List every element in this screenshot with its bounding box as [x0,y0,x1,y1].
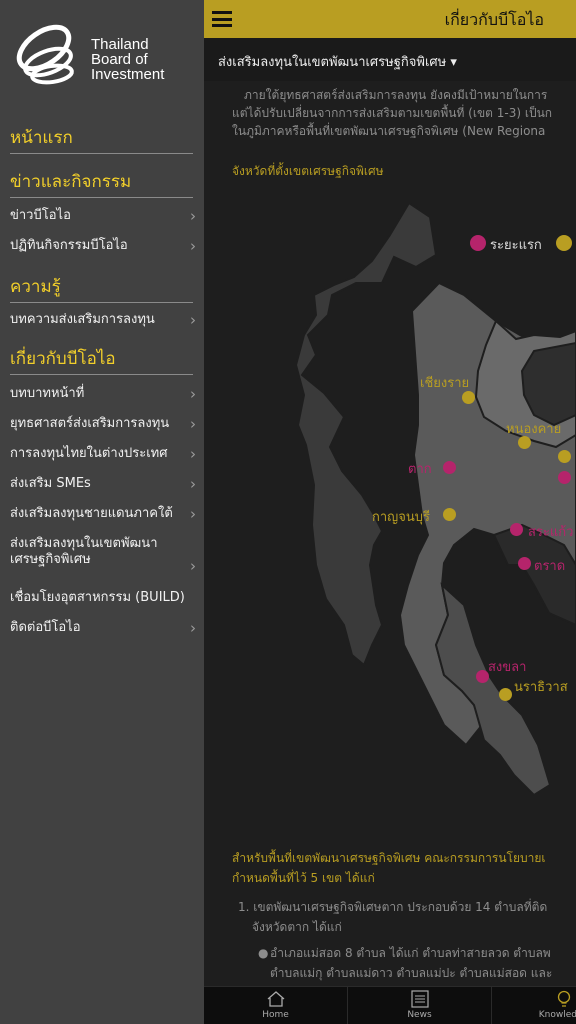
logo-line1: Thailand [91,36,149,53]
body-line5: อำเภอแม่สอด 8 ตำบล ได้แก่ ตำบลท่าสายลวด … [270,946,551,960]
drawer-section-news: ข่าวและกิจกรรม [10,171,193,198]
home-icon [267,991,285,1007]
tab-knowledge[interactable]: Knowledge [492,987,576,1024]
drawer-item-label: การลงทุนไทยในต่างประเทศ [10,446,168,461]
drawer-item-label: ส่งเสริมลงทุนชายแดนภาคใต้ [10,506,173,521]
drawer-home[interactable]: หน้าแรก [10,127,193,154]
pin-chiangrai[interactable] [462,391,475,404]
pin-tak[interactable] [443,461,456,474]
drawer-item-label: ติดต่อบีโอไอ [10,620,81,635]
logo-line2: Board of [91,51,148,68]
news-icon [411,990,429,1008]
drawer-item-southern-border[interactable]: ส่งเสริมลงทุนชายแดนภาคใต้ › [10,506,196,522]
drawer-item-label: บทความส่งเสริมการลงทุน [10,312,155,327]
tab-news-label: News [407,1010,432,1020]
pin-label-chiangrai: เชียงราย [420,376,470,391]
chevron-right-icon: › [190,475,196,493]
tab-home[interactable]: Home [204,987,348,1024]
pin-label-nongkhai: หนองคาย [506,422,562,437]
pin-narathiwat[interactable] [499,688,512,701]
body-line3: 1. เขตพัฒนาเศรษฐกิจพิเศษตาก ประกอบด้วย 1… [238,900,548,914]
pin-songkhla[interactable] [476,670,489,683]
legend-phase1-label: ระยะแรก [490,238,542,253]
bottom-tab-bar: Home News Knowledge [204,986,576,1024]
drawer-item-contact[interactable]: ติดต่อบีโอไอ › [10,620,196,636]
logo-line3: Investment [91,66,165,83]
drawer-item-sez[interactable]: ส่งเสริมลงทุนในเขตพัฒนา เศรษฐกิจพิเศษ › [10,536,196,576]
intro-paragraph: ภายใต้ยุทธศาสตร์ส่งเสริมการลงทุน ยังคงมี… [232,86,576,140]
hamburger-menu-icon[interactable] [212,11,232,27]
drawer-item-label: ส่งเสริมลงทุนในเขตพัฒนา [10,536,158,551]
chevron-right-icon: › [190,207,196,225]
navigation-drawer: Thailand Board of Investment หน้าแรก ข่า… [0,0,204,1024]
drawer-item-calendar[interactable]: ปฏิทินกิจกรรมบีโอไอ › [10,238,196,254]
pin-label-tak: ตาก [408,462,432,477]
pin-trat[interactable] [518,557,531,570]
drawer-item-strategy[interactable]: ยุทธศาสตร์ส่งเสริมการลงทุน › [10,416,196,432]
app-header: เกี่ยวกับบีโอไอ [204,0,576,38]
drawer-item-label: บทบาทหน้าที่ [10,386,85,401]
chevron-right-icon: › [190,415,196,433]
drawer-item-boi-news[interactable]: ข่าวบีโอไอ › [10,208,196,224]
main-content: เกี่ยวกับบีโอไอ ส่งเสริมลงทุนในเขตพัฒนาเ… [204,0,576,1024]
body-line6: ตำบลแม่กุ ตำบลแม่ดาว ตำบลแม่ปะ ตำบลแม่สอ… [270,966,553,980]
tab-home-label: Home [262,1010,289,1020]
drawer-section-knowledge: ความรู้ [10,276,193,303]
drawer-item-label: ปฏิทินกิจกรรมบีโอไอ [10,238,128,253]
body-line4: จังหวัดตาก ได้แก่ [252,920,342,934]
pin-kanchanaburi[interactable] [443,508,456,521]
chevron-right-icon: › [190,505,196,523]
chevron-right-icon: › [190,237,196,255]
tab-knowledge-label: Knowledge [538,1010,576,1020]
pin-label-trat: ตราด [534,559,566,574]
drawer-item-roles[interactable]: บทบาทหน้าที่ › [10,386,196,402]
pin-label-sakaeo: สระแก้ว [528,525,574,540]
body-bullet-icon: ● [258,946,269,960]
body-line1: สำหรับพื้นที่เขตพัฒนาเศรษฐกิจพิเศษ คณะกร… [232,851,546,865]
drawer-item-overseas-investment[interactable]: การลงทุนไทยในต่างประเทศ › [10,446,196,462]
chevron-right-icon: › [190,311,196,329]
pin-east-1[interactable] [558,450,571,463]
chevron-right-icon: › [190,557,196,575]
pin-label-songkhla: สงขลา [488,660,527,675]
chevron-right-icon: › [190,619,196,637]
intro-line1: ภายใต้ยุทธศาสตร์ส่งเสริมการลงทุน ยังคงมี… [244,88,548,102]
chevron-right-icon: › [190,385,196,403]
section-dropdown-bar[interactable]: ส่งเสริมลงทุนในเขตพัฒนาเศรษฐกิจพิเศษ ▾ [204,38,576,81]
chevron-right-icon: › [190,445,196,463]
pin-east-2[interactable] [558,471,571,484]
drawer-section-about: เกี่ยวกับบีโอไอ [10,348,193,375]
pin-label-narathiwat: นราธิวาส [514,680,568,695]
pin-sakaeo[interactable] [510,523,523,536]
legend-phase1-dot [470,235,486,251]
boi-logo: Thailand Board of Investment [8,22,198,94]
drawer-item-label: เชื่อมโยงอุตสาหกรรม (BUILD) [10,590,185,605]
thailand-map [294,201,576,797]
section-dropdown[interactable]: ส่งเสริมลงทุนในเขตพัฒนาเศรษฐกิจพิเศษ ▾ [218,51,457,72]
drawer-item-smes[interactable]: ส่งเสริม SMEs › [10,476,196,492]
pin-label-kanchanaburi: กาญจนบุรี [372,510,430,525]
intro-line3: ในภูมิภาคหรือพื้นที่เขตพัฒนาเศรษฐกิจพิเศ… [232,124,546,138]
pin-nongkhai[interactable] [518,436,531,449]
page-title: เกี่ยวกับบีโอไอ [444,10,544,29]
tab-news[interactable]: News [348,987,492,1024]
lightbulb-icon [557,990,571,1007]
intro-line2: แต่ได้ปรับเปลี่ยนจากการส่งเสริมตามเขตพื้… [232,106,553,120]
drawer-item-articles[interactable]: บทความส่งเสริมการลงทุน › [10,312,196,328]
drawer-item-build[interactable]: เชื่อมโยงอุตสาหกรรม (BUILD) [10,590,196,606]
drawer-item-label: ยุทธศาสตร์ส่งเสริมการลงทุน [10,416,170,431]
drawer-item-label: ส่งเสริม SMEs [10,476,91,491]
drawer-item-label-2: เศรษฐกิจพิเศษ [10,552,91,567]
drawer-item-label: ข่าวบีโอไอ [10,208,71,223]
body-line2: กำหนดพื้นที่ไว้ 5 เขต ได้แก่ [232,871,375,885]
legend-phase2-dot [556,235,572,251]
map-title: จังหวัดที่ตั้งเขตเศรษฐกิจพิเศษ [232,164,384,178]
